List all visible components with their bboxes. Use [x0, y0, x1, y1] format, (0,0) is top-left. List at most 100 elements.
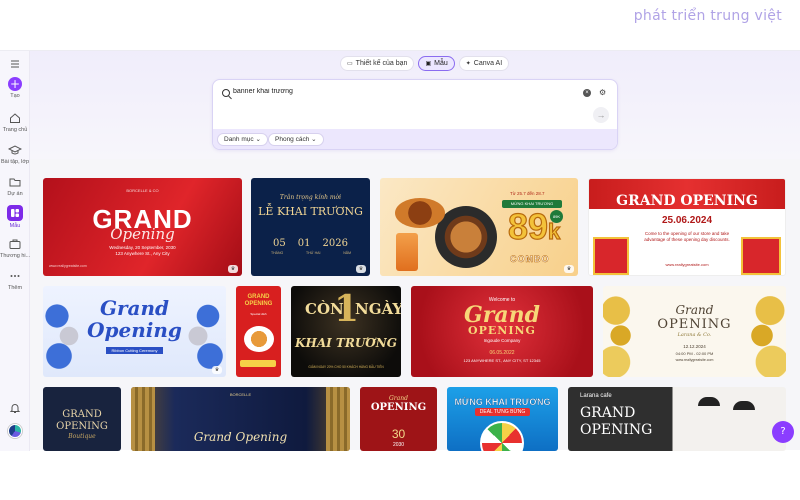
card-script: Opening	[110, 225, 175, 243]
submit-arrow-icon[interactable]: →	[593, 107, 609, 123]
curtain-image	[131, 387, 155, 451]
hamburger-icon	[11, 60, 19, 68]
card-title: MỪNG KHAI TRƯƠNG	[454, 397, 551, 407]
menu-button[interactable]	[0, 57, 30, 71]
card-title: OPENING	[468, 324, 536, 337]
bell-icon	[9, 404, 21, 413]
card-title: GRAND OPENING	[244, 294, 273, 307]
card-label: NĂM	[343, 251, 351, 255]
card-brand: BORCELLE	[229, 392, 252, 397]
card-address: 123 Anywhere St., Any City	[115, 251, 170, 256]
more-dots-icon	[10, 275, 20, 277]
sidebar-item-create[interactable]: + Tạo	[0, 77, 30, 99]
template-card-grand-opening-balloons[interactable]: Grand Opening Ribbon Cutting Ceremony ♛	[43, 286, 226, 377]
template-card-grand-opening-boutique[interactable]: GRAND OPENING Boutique	[43, 387, 121, 451]
clear-icon[interactable]: ×	[583, 89, 591, 97]
main-content: ▭ Thiết kế của bạn ▣ Mẫu ✦ Canva AI × ⚙ …	[30, 51, 800, 451]
sidebar-item-label: Thêm	[7, 285, 23, 291]
tab-your-designs[interactable]: ▭ Thiết kế của bạn	[340, 56, 415, 71]
notifications-button[interactable]	[0, 401, 30, 415]
card-footer: GIẢM NGAY 20% CHO 50 KHÁCH HÀNG ĐẦU TIÊN	[308, 365, 384, 369]
template-card-grand-opening-red[interactable]: BORCELLE & CO GRAND Opening Wednesday, 2…	[43, 178, 242, 276]
card-title: OPENING	[370, 402, 427, 413]
sparkle-icon: ✦	[465, 61, 471, 67]
card-script: Opening	[87, 318, 182, 342]
content-tabs: ▭ Thiết kế của bạn ▣ Mẫu ✦ Canva AI	[340, 56, 510, 71]
card-year: 2030	[392, 442, 405, 448]
template-icon: ▣	[425, 61, 432, 67]
card-subtitle: DEAL TƯNG BỪNG	[474, 408, 531, 416]
search-input[interactable]	[233, 88, 533, 95]
filter-label: Danh mục	[224, 136, 254, 143]
avatar	[8, 424, 22, 438]
chevron-down-icon: ⌄	[311, 136, 317, 143]
search-hero: ▭ Thiết kế của bạn ▣ Mẫu ✦ Canva AI × ⚙ …	[30, 51, 800, 159]
filter-sliders-icon[interactable]: ⚙	[599, 88, 608, 97]
template-card-grand-opening-food[interactable]: GRAND OPENING Special dish	[236, 286, 281, 377]
sidebar-item-templates[interactable]: Mẫu	[0, 205, 30, 229]
filter-label: Phong cách	[275, 136, 310, 143]
card-title: OPENING	[657, 317, 732, 332]
card-title: OPENING	[56, 421, 108, 432]
card-label: THÁNG	[271, 251, 284, 255]
card-combo: COMBO	[510, 254, 550, 265]
sidebar-item-label: Trang chủ	[2, 127, 28, 133]
sidebar-item-classes[interactable]: Bài tập, lớp	[0, 143, 30, 165]
template-card-welcome-grand-opening[interactable]: Welcome to Grand OPENING Ingoude Company…	[411, 286, 593, 377]
card-address: 123 ANYWHERE ST., ANY CITY, ST 12345	[463, 358, 541, 363]
home-icon	[10, 113, 20, 123]
card-url: www.reallygreatsite.com	[49, 264, 87, 268]
tab-templates[interactable]: ▣ Mẫu	[418, 56, 455, 71]
sidebar-item-projects[interactable]: Dự án	[0, 175, 30, 197]
sidebar-item-label: Tạo	[10, 93, 20, 99]
filter-style-dropdown[interactable]: Phong cách ⌄	[268, 133, 324, 146]
card-time: 04:00 PM - 02:00 PM	[675, 351, 714, 356]
sidebar-item-label: Mẫu	[9, 223, 21, 229]
template-card-grand-opening-gifts[interactable]: GRAND OPENING 25.06.2024 Come to the ope…	[588, 178, 786, 276]
search-icon	[222, 89, 230, 97]
card-title: Grand	[675, 303, 714, 317]
card-date: Wednesday, 20 September, 2030	[109, 245, 176, 250]
template-card-combo-89k[interactable]: Từ 25.7 đến 28.7 MỪNG KHAI TRƯƠNG 89k CO…	[380, 178, 578, 276]
premium-crown-icon: ♛	[212, 366, 222, 374]
gift-box-image	[741, 237, 781, 275]
card-title: GRAND OPENING	[616, 193, 758, 209]
card-subtitle: Ribbon Cutting Ceremony	[106, 347, 163, 354]
sidebar-item-label: Thương hi...	[0, 253, 31, 259]
tab-canva-ai[interactable]: ✦ Canva AI	[458, 56, 510, 71]
card-day: 05	[273, 238, 286, 249]
template-card-grand-opening-gold-balloons[interactable]: Grand OPENING Larana & Co. 12.12.2024 04…	[603, 286, 786, 377]
gift-box-image	[593, 237, 629, 275]
card-title: KHAI TRƯƠNG	[295, 336, 397, 350]
card-year: 2026	[322, 238, 348, 249]
template-card-le-khai-truong[interactable]: Trân trọng kính mời LỄ KHAI TRƯƠNG 05 01…	[251, 178, 370, 276]
card-url: www.reallygreatsite.com	[675, 358, 714, 362]
template-card-grand-opening-date[interactable]: Grand OPENING 30 2030	[360, 387, 437, 451]
template-card-grand-opening-night[interactable]: BORCELLE Grand Opening	[131, 387, 350, 451]
prize-wheel-image	[480, 421, 524, 451]
sidebar-item-brand[interactable]: Thương hi...	[0, 237, 30, 259]
card-text: NGÀY	[355, 300, 401, 318]
template-card-mung-khai-truong-wheel[interactable]: MỪNG KHAI TRƯƠNG DEAL TƯNG BỪNG	[447, 387, 558, 451]
search-box: × ⚙ → Danh mục ⌄ Phong cách ⌄	[212, 79, 618, 150]
pendant-lamp-image	[698, 397, 720, 406]
tab-label: Mẫu	[434, 60, 448, 67]
sidebar-item-home[interactable]: Trang chủ	[0, 111, 30, 133]
template-icon	[7, 205, 23, 221]
sidebar-item-label: Bài tập, lớp	[0, 159, 30, 165]
help-button[interactable]: ?	[772, 421, 794, 443]
sidebar-item-more[interactable]: Thêm	[0, 269, 30, 291]
card-title: Grand Opening	[193, 430, 288, 444]
card-title: OPENING	[580, 422, 653, 438]
account-avatar[interactable]	[0, 424, 30, 438]
curtain-image	[326, 387, 350, 451]
left-sidebar: + Tạo Trang chủ Bài tập, lớp Dự án Mẫu T…	[0, 51, 30, 451]
filter-category-dropdown[interactable]: Danh mục ⌄	[217, 133, 268, 146]
template-card-con-1-ngay[interactable]: CÒN 1 NGÀY KHAI TRƯƠNG GIẢM NGAY 20% CHO…	[291, 286, 401, 377]
template-card-larana-cafe-opening[interactable]: Larana cafe GRAND OPENING	[568, 387, 786, 451]
card-date: 12.12.2024	[683, 344, 706, 349]
premium-crown-icon: ♛	[228, 265, 238, 273]
card-subtitle: Boutique	[68, 433, 96, 440]
card-title: Grand	[389, 395, 408, 402]
premium-crown-icon: ♛	[564, 265, 574, 273]
